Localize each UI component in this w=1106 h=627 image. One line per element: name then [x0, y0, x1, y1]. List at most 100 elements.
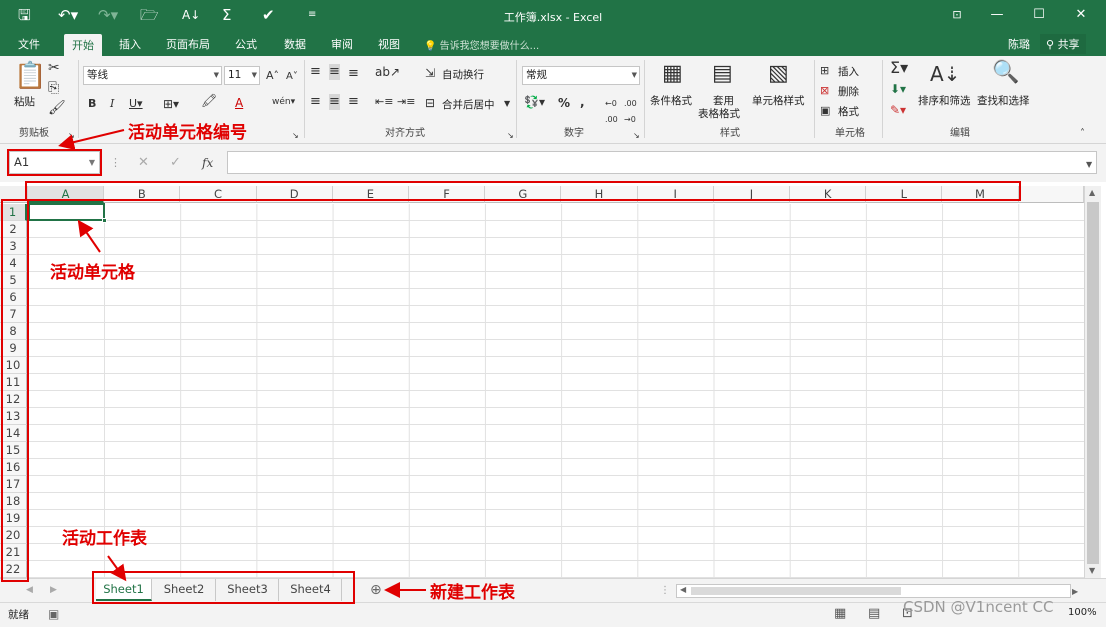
sort-filter-icon[interactable]: A⇣	[930, 62, 960, 86]
merge-center-button[interactable]: 合并后居中	[442, 97, 495, 112]
active-cell[interactable]	[28, 203, 107, 223]
bold-icon[interactable]: B	[88, 96, 96, 112]
cut-icon[interactable]: ✂	[48, 60, 60, 76]
align-bottom-icon[interactable]: ≡	[348, 66, 359, 82]
dialog-launcher-icon[interactable]: ↘	[292, 128, 299, 144]
horizontal-scrollbar[interactable]: ◀	[676, 584, 1071, 598]
tab-formulas[interactable]: 公式	[235, 36, 257, 52]
increase-font-icon[interactable]: A˄	[266, 68, 279, 84]
tab-insert[interactable]: 插入	[119, 36, 141, 52]
insert-button[interactable]: 插入	[838, 64, 859, 79]
vertical-scrollbar[interactable]: ▲ ▼	[1084, 186, 1101, 578]
new-sheet-icon[interactable]: ⊕	[370, 582, 382, 598]
increase-decimal-icon[interactable]: ←0.00	[605, 96, 618, 128]
font-size-combo[interactable]: 11 ▼	[224, 66, 260, 85]
formula-input[interactable]	[227, 151, 1097, 174]
clear-icon[interactable]: ✎▾	[890, 102, 906, 118]
fill-handle[interactable]	[102, 218, 107, 223]
collapse-ribbon-icon[interactable]: ˄	[1080, 126, 1085, 142]
enter-icon[interactable]: ✓	[170, 155, 181, 171]
column-header-overflow[interactable]	[1018, 186, 1084, 203]
wrap-text-icon[interactable]: ⇲	[425, 65, 435, 81]
tab-view[interactable]: 视图	[378, 36, 400, 52]
paste-icon[interactable]: 📋	[14, 62, 46, 90]
worksheet-grid[interactable]: ABCDEFGHIJKLM 1 2 3 4 5 6 7 8 9 10 11 12 13 14 15 16 17 1…	[0, 182, 1106, 578]
align-top-icon[interactable]: ≡	[310, 64, 321, 80]
copy-icon[interactable]: ⎘	[48, 80, 59, 96]
close-button[interactable]: ✕	[1066, 4, 1096, 26]
chevron-down-icon[interactable]: ▼	[504, 96, 510, 112]
underline-icon[interactable]: U▾	[129, 96, 143, 112]
orientation-icon[interactable]: ab↗	[375, 64, 400, 80]
fill-color-icon[interactable]: 🖍	[201, 94, 218, 110]
fill-icon[interactable]: ⬇▾	[890, 81, 906, 97]
font-name-combo[interactable]: 等线 ▼	[83, 66, 222, 85]
zoom-level[interactable]: 100%	[1068, 607, 1097, 618]
font-color-icon[interactable]: A	[235, 95, 243, 111]
macro-record-icon[interactable]: ▣	[48, 606, 59, 622]
paste-button[interactable]: 粘贴	[14, 94, 35, 109]
minimize-button[interactable]: —	[982, 4, 1012, 26]
merge-center-icon[interactable]: ⊟	[425, 95, 435, 111]
decrease-font-icon[interactable]: A˅	[286, 69, 298, 85]
find-select-icon[interactable]: 🔍	[992, 61, 1019, 85]
dialog-launcher-icon[interactable]: ↘	[507, 128, 514, 144]
conditional-format-icon[interactable]: ▦	[662, 62, 683, 86]
sort-filter-button[interactable]: 排序和筛选	[918, 93, 971, 108]
percent-icon[interactable]: %	[558, 95, 570, 111]
page-layout-view-icon[interactable]: ▤	[868, 606, 880, 622]
scroll-up-icon[interactable]: ▲	[1089, 188, 1095, 197]
find-select-button[interactable]: 查找和选择	[977, 93, 1030, 108]
conditional-format-button[interactable]: 条件格式	[650, 93, 692, 108]
scroll-thumb[interactable]	[1087, 202, 1099, 564]
decrease-decimal-icon[interactable]: .00 →0	[624, 96, 637, 128]
format-as-table-label2[interactable]: 表格格式	[698, 106, 740, 121]
share-button[interactable]: ⚲ 共享	[1040, 34, 1086, 54]
insert-icon[interactable]: ⊞	[820, 63, 829, 79]
format-as-table-icon[interactable]: ▤	[712, 62, 733, 86]
align-left-icon[interactable]: ≡	[310, 94, 321, 110]
cell-area[interactable]	[28, 204, 1084, 578]
cell-styles-button[interactable]: 单元格样式	[752, 93, 805, 108]
prev-sheet-icon[interactable]: ◀	[26, 582, 33, 598]
tell-me-box[interactable]: 💡 告诉我您想要做什么...	[424, 37, 539, 52]
maximize-button[interactable]: ☐	[1024, 4, 1054, 26]
increase-indent-icon[interactable]: ⇥≡	[397, 94, 415, 110]
cancel-icon[interactable]: ✕	[138, 155, 149, 171]
tab-file[interactable]: 文件	[18, 36, 40, 52]
delete-icon[interactable]: ⊠	[820, 83, 829, 99]
tab-data[interactable]: 数据	[284, 36, 306, 52]
next-sheet-icon[interactable]: ▶	[50, 582, 57, 598]
scroll-left-icon[interactable]: ◀	[680, 585, 686, 594]
italic-icon[interactable]: I	[110, 96, 114, 112]
decrease-indent-icon[interactable]: ⇤≡	[375, 94, 393, 110]
format-painter-icon[interactable]: 🖌	[48, 100, 66, 116]
comma-style-icon[interactable]: ,	[580, 94, 585, 110]
ribbon-display-icon[interactable]: ⊡	[942, 4, 972, 26]
align-center-icon[interactable]: ≡	[329, 94, 340, 110]
tab-page-layout[interactable]: 页面布局	[166, 36, 210, 52]
insert-function-icon[interactable]: fx	[202, 155, 213, 171]
currency-icon[interactable]: 💱▾	[524, 94, 545, 110]
number-format-combo[interactable]: 常规 ▼	[522, 66, 640, 85]
delete-button[interactable]: 删除	[838, 84, 859, 99]
phonetic-icon[interactable]: wén▾	[272, 94, 295, 110]
scroll-down-icon[interactable]: ▼	[1089, 566, 1095, 575]
tab-review[interactable]: 审阅	[331, 36, 353, 52]
borders-icon[interactable]: ⊞▾	[163, 96, 179, 112]
format-icon[interactable]: ▣	[820, 103, 830, 119]
align-middle-icon[interactable]: ≡	[329, 64, 340, 80]
normal-view-icon[interactable]: ▦	[834, 606, 846, 622]
splitter-icon[interactable]: ⋮	[660, 583, 670, 599]
user-name[interactable]: 陈璐	[1008, 36, 1030, 52]
dialog-launcher-icon[interactable]: ↘	[68, 128, 75, 144]
cell-styles-icon[interactable]: ▧	[768, 62, 789, 86]
expand-formula-icon[interactable]: ▼	[1086, 157, 1092, 173]
scroll-right-icon[interactable]: ▶	[1072, 584, 1078, 600]
dialog-launcher-icon[interactable]: ↘	[633, 128, 640, 144]
autosum-icon[interactable]: Σ▾	[890, 60, 908, 76]
format-button[interactable]: 格式	[838, 104, 859, 119]
h-scroll-thumb[interactable]	[691, 587, 901, 595]
wrap-text-button[interactable]: 自动换行	[442, 67, 484, 82]
align-right-icon[interactable]: ≡	[348, 94, 359, 110]
